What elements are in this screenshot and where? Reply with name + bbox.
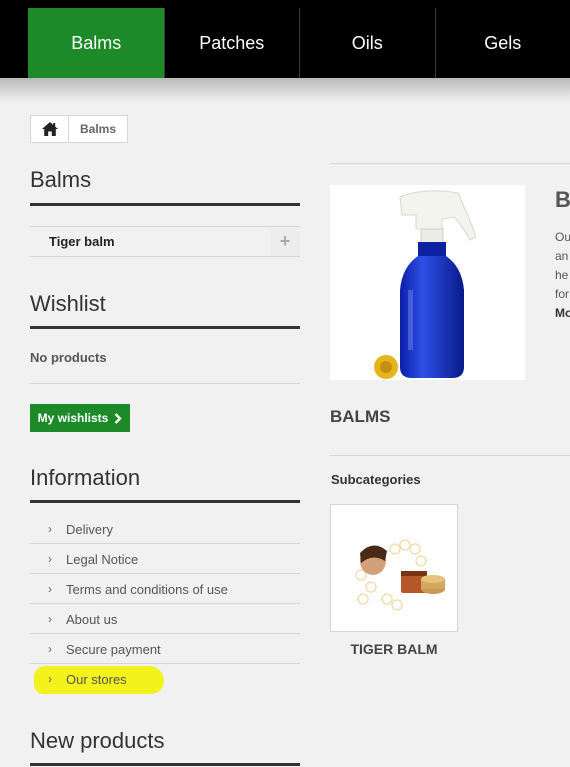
chevron-right-icon — [114, 412, 123, 424]
chevron-right-icon: › — [48, 522, 52, 536]
read-more-link[interactable]: Mo — [555, 306, 570, 320]
category-label[interactable]: Tiger balm — [49, 234, 115, 249]
menu-item-gels[interactable]: Gels — [434, 8, 570, 78]
info-link-terms[interactable]: › Terms and conditions of use — [30, 574, 300, 604]
description-line: he — [555, 268, 569, 282]
chevron-right-icon: › — [48, 672, 52, 686]
category-heading: BALMS — [330, 407, 391, 426]
category-item-tiger-balm[interactable]: Tiger balm + — [30, 226, 300, 257]
chevron-right-icon: › — [48, 582, 52, 596]
categories-title: Balms — [30, 167, 92, 192]
subcategories-title: Subcategories — [331, 472, 421, 487]
my-wishlists-button[interactable]: My wishlists — [30, 404, 130, 432]
category-title: B — [555, 187, 570, 212]
info-link-label[interactable]: Terms and conditions of use — [66, 582, 228, 597]
subcategory-card-tiger-balm[interactable] — [330, 504, 458, 632]
description-line: for — [555, 287, 570, 301]
info-link-our-stores[interactable]: › Our stores — [30, 664, 300, 694]
chevron-right-icon: › — [48, 642, 52, 656]
chevron-right-icon: › — [48, 612, 52, 626]
my-wishlists-label: My wishlists — [37, 411, 109, 425]
menu-item-patches[interactable]: Patches — [163, 8, 300, 78]
subcategory-thumbnail — [355, 539, 445, 611]
info-link-label[interactable]: Delivery — [66, 522, 113, 537]
spray-bottle-image — [374, 190, 477, 379]
plus-icon[interactable]: + — [270, 227, 300, 256]
description-line: Ou — [555, 230, 570, 244]
info-link-legal-notice[interactable]: › Legal Notice — [30, 544, 300, 574]
wishlist-title: Wishlist — [30, 291, 106, 316]
new-products-title: New products — [30, 728, 165, 753]
info-link-about-us[interactable]: › About us — [30, 604, 300, 634]
breadcrumb: Balms — [30, 115, 129, 143]
new-products-divider — [30, 763, 300, 766]
info-link-label[interactable]: Our stores — [66, 672, 127, 687]
info-link-label[interactable]: Secure payment — [66, 642, 161, 657]
info-link-delivery[interactable]: › Delivery — [30, 514, 300, 544]
breadcrumb-current[interactable]: Balms — [69, 116, 127, 142]
categories-divider — [30, 203, 300, 206]
menu-item-oils[interactable]: Oils — [299, 8, 435, 78]
chevron-right-icon: › — [48, 552, 52, 566]
home-icon — [41, 122, 58, 136]
wishlist-empty-text: No products — [30, 350, 107, 365]
wishlist-separator — [30, 383, 300, 384]
category-image — [330, 185, 525, 380]
menu-spacer — [0, 8, 29, 78]
information-list: › Delivery › Legal Notice › Terms and co… — [30, 514, 300, 694]
subcategory-name[interactable]: TIGER BALM — [330, 641, 458, 657]
wishlist-divider — [30, 326, 300, 329]
content-top-rule — [330, 163, 570, 164]
breadcrumb-home[interactable] — [31, 116, 69, 142]
menu-item-balms[interactable]: Balms — [28, 8, 164, 78]
info-link-secure-payment[interactable]: › Secure payment — [30, 634, 300, 664]
information-title: Information — [30, 465, 141, 490]
category-heading-rule — [330, 455, 570, 456]
description-line: an — [555, 249, 569, 263]
information-divider — [30, 500, 300, 503]
info-link-label[interactable]: About us — [66, 612, 117, 627]
menu-shadow — [0, 78, 570, 102]
main-menu: Balms Patches Oils Gels — [0, 8, 570, 80]
info-link-label[interactable]: Legal Notice — [66, 552, 138, 567]
